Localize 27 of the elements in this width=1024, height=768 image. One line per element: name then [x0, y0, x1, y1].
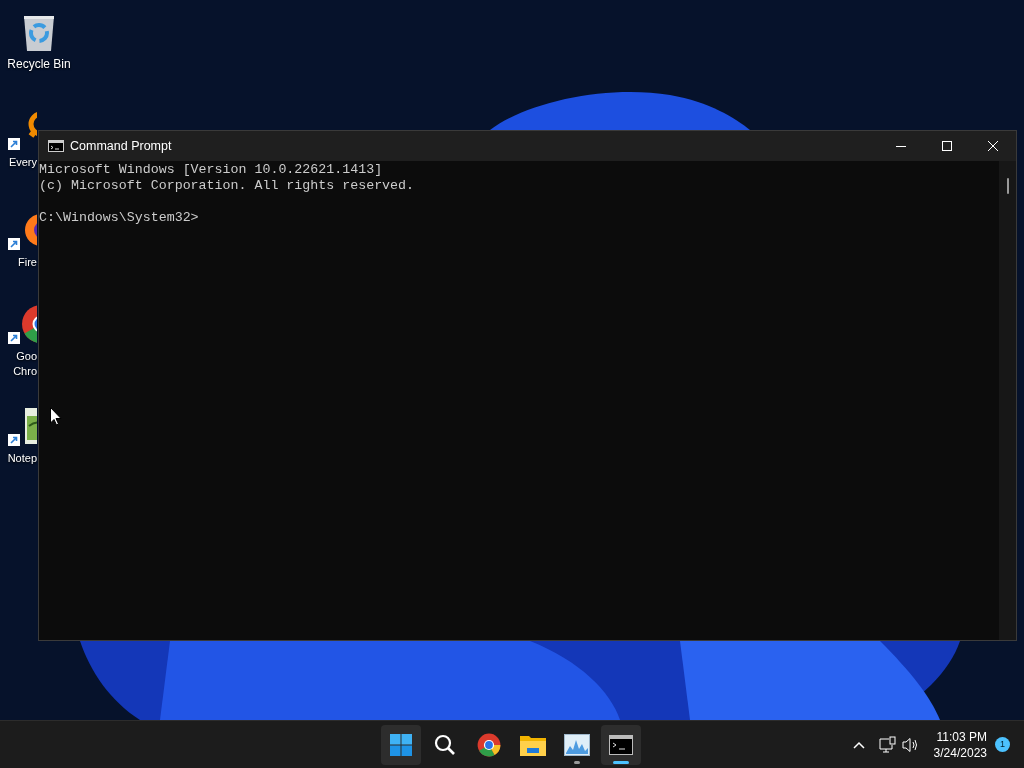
maximize-icon [942, 141, 952, 151]
console-line: Microsoft Windows [Version 10.0.22621.1413] [39, 162, 384, 178]
desktop-icon-label[interactable]: Fire [18, 255, 37, 270]
close-icon [988, 141, 998, 151]
windows-logo-icon [390, 733, 412, 756]
notification-badge[interactable]: 1 [995, 737, 1010, 752]
folder-icon [520, 733, 546, 756]
network-icon[interactable] [878, 735, 897, 754]
desktop-icon-label[interactable]: Goo Chro [13, 349, 37, 379]
desktop-icon-label[interactable]: Notep [7, 451, 37, 466]
command-prompt-taskbar-button[interactable] [601, 724, 641, 765]
chevron-up-icon [852, 740, 865, 749]
scrollbar-thumb[interactable] [1006, 178, 1009, 194]
chrome-icon [477, 732, 501, 757]
console-icon [609, 734, 633, 755]
console-line: C:\Windows\System32> [39, 210, 200, 226]
desktop-icon-label[interactable]: Every [8, 155, 37, 170]
window-title: Command Prompt [70, 137, 172, 155]
speaker-icon[interactable] [901, 736, 920, 753]
desktop-icon-label[interactable]: Recycle Bin [7, 57, 71, 72]
chart-window-icon [564, 733, 590, 756]
mouse-cursor-icon [50, 407, 62, 426]
clock-button[interactable]: 11:03 PM 3/24/2023 [933, 728, 987, 761]
start-button[interactable] [381, 724, 421, 765]
console-icon [48, 140, 64, 152]
console-line: (c) Microsoft Corporation. All rights reserved. [39, 178, 416, 194]
search-icon [434, 733, 456, 756]
